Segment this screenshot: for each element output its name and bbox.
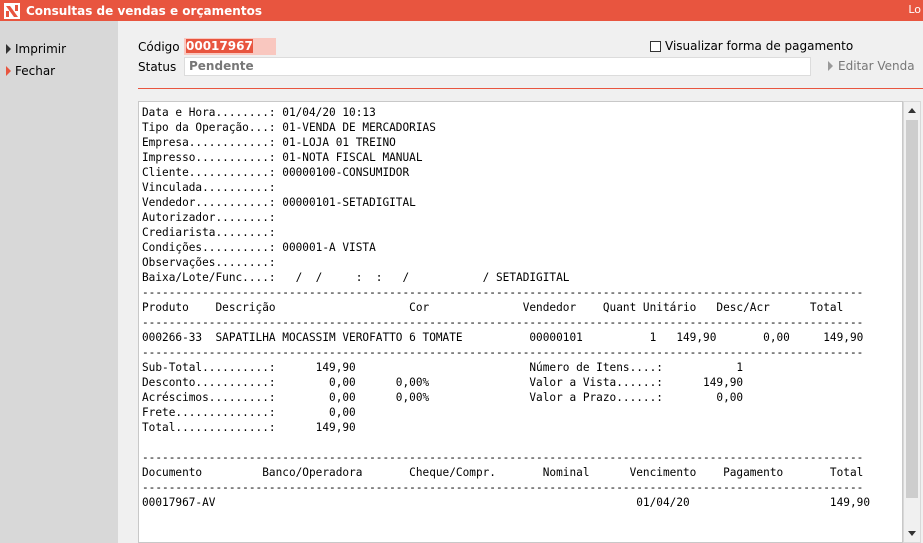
scroll-thumb[interactable] (906, 120, 918, 498)
status-field: Pendente (184, 57, 811, 76)
report-line: Baixa/Lote/Func....: / / : : / / SETADIG… (142, 271, 570, 284)
codigo-value: 00017967 (186, 39, 253, 53)
sidebar: Imprimir Fechar (0, 21, 118, 543)
editar-venda-button[interactable]: Editar Venda (828, 59, 915, 73)
report-line: Desconto...........: 0,00 0,00% Valor a … (142, 376, 744, 389)
report-line: ----------------------------------------… (142, 346, 864, 359)
report-line: Documento Banco/Operadora Cheque/Compr. … (142, 466, 864, 479)
divider (138, 88, 923, 89)
report-line: ----------------------------------------… (142, 286, 864, 299)
main-panel: Código 00017967 Status Pendente Visualiz… (118, 21, 923, 543)
sidebar-item-fechar[interactable]: Fechar (6, 64, 55, 78)
codigo-label: Código (138, 40, 180, 54)
report-line: Frete..............: 0,00 (142, 406, 356, 419)
report-line: ----------------------------------------… (142, 316, 864, 329)
sidebar-item-label: Fechar (15, 64, 56, 78)
triangle-right-icon (6, 44, 11, 54)
window-title: Consultas de vendas e orçamentos (26, 3, 262, 18)
report-line: Empresa............: 01-LOJA 01 TREINO (142, 136, 396, 149)
report-view[interactable]: Data e Hora........: 01/04/20 10:13 Tipo… (138, 101, 903, 543)
report-line: Acréscimos.........: 0,00 0,00% Valor a … (142, 391, 744, 404)
visualizar-pagamento-label: Visualizar forma de pagamento (665, 39, 854, 53)
visualizar-pagamento-checkbox[interactable]: Visualizar forma de pagamento (650, 39, 853, 53)
scroll-down-button[interactable] (904, 525, 920, 542)
editar-venda-label: Editar Venda (838, 59, 915, 73)
report-line: 00017967-AV 01/04/20 149,90 (142, 496, 871, 509)
triangle-right-orange-icon (6, 66, 11, 76)
report-line: Total..............: 149,90 (142, 421, 356, 434)
report-line: Condições..........: 000001-A VISTA (142, 241, 376, 254)
report-line: 000266-33 SAPATILHA MOCASSIM VEROFATTO 6… (142, 331, 864, 344)
vertical-scrollbar[interactable] (903, 101, 921, 543)
report-line: Sub-Total..........: 149,90 Número de It… (142, 361, 744, 374)
report-line: Impresso...........: 01-NOTA FISCAL MANU… (142, 151, 423, 164)
report-line: Tipo da Operação...: 01-VENDA DE MERCADO… (142, 121, 436, 134)
report-line: Produto Descrição Cor Vendedor Quant Uni… (142, 301, 844, 314)
report-line: Observações........: (142, 256, 276, 269)
arrow-down-icon (908, 531, 916, 536)
status-label: Status (138, 60, 177, 74)
title-bar: Consultas de vendas e orçamentos Lo (0, 0, 923, 21)
sidebar-item-label: Imprimir (15, 42, 67, 56)
report-line: Data e Hora........: 01/04/20 10:13 (142, 106, 376, 119)
sidebar-item-imprimir[interactable]: Imprimir (6, 42, 66, 56)
report-line: Vendedor...........: 00000101-SETADIGITA… (142, 196, 416, 209)
report-line: ----------------------------------------… (142, 451, 864, 464)
report-text: Data e Hora........: 01/04/20 10:13 Tipo… (142, 105, 870, 510)
report-line: Crediarista........: (142, 226, 276, 239)
triangle-right-icon (828, 61, 833, 71)
report-line: Vinculada..........: (142, 181, 276, 194)
title-right-fragment: Lo (908, 3, 921, 16)
report-line: Autorizador........: (142, 211, 276, 224)
checkbox-box[interactable] (650, 40, 661, 52)
report-line: Cliente............: 00000100-CONSUMIDOR (142, 166, 410, 179)
report-line: ----------------------------------------… (142, 481, 864, 494)
codigo-field[interactable]: 00017967 (184, 38, 276, 55)
arrow-up-icon (908, 108, 916, 113)
scroll-up-button[interactable] (904, 102, 920, 119)
app-logo-icon (4, 2, 20, 19)
